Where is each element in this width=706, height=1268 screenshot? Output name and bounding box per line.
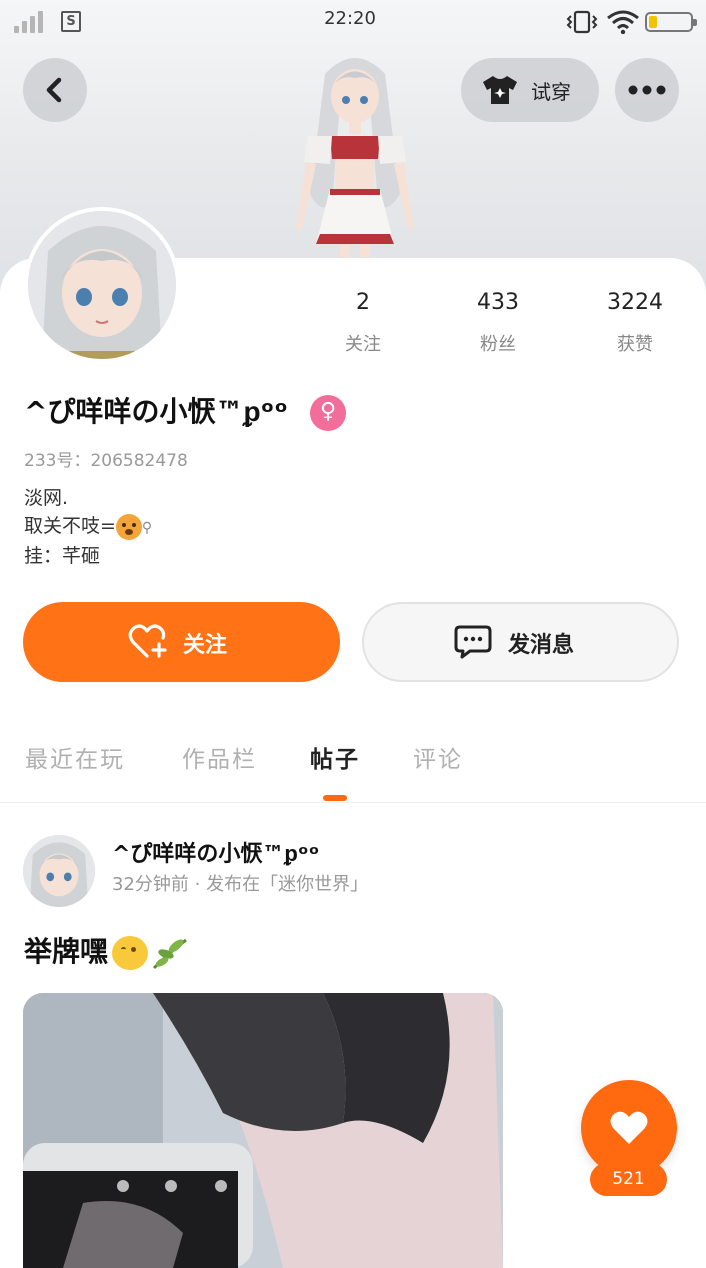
more-options-button[interactable] bbox=[615, 58, 679, 122]
herb-emoji-icon bbox=[152, 938, 187, 970]
try-on-label: 试穿 bbox=[531, 80, 571, 104]
post-meta: 32分钟前 · 发布在「迷你世界」 bbox=[112, 874, 369, 895]
face-emoji-icon bbox=[112, 936, 149, 970]
back-button[interactable] bbox=[23, 58, 87, 122]
sim-icon: S bbox=[61, 11, 81, 32]
chevron-left-icon bbox=[46, 77, 62, 103]
send-message-button[interactable]: 发消息 bbox=[362, 602, 679, 682]
tab-works[interactable]: 作品栏 bbox=[182, 740, 257, 774]
chat-bubble-icon bbox=[454, 625, 492, 659]
stat-followers[interactable]: 433 粉丝 bbox=[438, 290, 558, 356]
post-text: 举牌嘿 bbox=[24, 930, 190, 970]
character-3d-model[interactable] bbox=[270, 44, 440, 260]
stat-likes-label: 获赞 bbox=[617, 334, 653, 355]
heart-plus-icon bbox=[128, 624, 167, 658]
like-button[interactable] bbox=[581, 1080, 677, 1176]
stat-following-value: 2 bbox=[356, 290, 370, 315]
heart-icon bbox=[610, 1111, 648, 1144]
status-time: 22:20 bbox=[324, 8, 376, 29]
signal-icon bbox=[14, 11, 44, 33]
stat-following-label: 关注 bbox=[345, 334, 381, 355]
send-message-label: 发消息 bbox=[508, 633, 575, 658]
avatar-image bbox=[23, 835, 95, 907]
stat-followers-label: 粉丝 bbox=[480, 334, 516, 355]
tab-posts[interactable]: 帖子 bbox=[310, 740, 360, 774]
profile-username: ^ぴ咩咩の小恹™ᵱᵒᵒ bbox=[24, 395, 288, 428]
stat-likes[interactable]: 3224 获赞 bbox=[575, 290, 695, 356]
post-author-name[interactable]: ^ぴ咩咩の小恹™ᵱᵒᵒ bbox=[112, 836, 319, 868]
tab-recently-played[interactable]: 最近在玩 bbox=[25, 740, 125, 774]
post-author-avatar[interactable] bbox=[23, 835, 95, 907]
follow-label: 关注 bbox=[183, 633, 228, 658]
try-on-button[interactable]: 试穿 bbox=[461, 58, 599, 122]
gender-female-icon: ♀ bbox=[310, 395, 346, 431]
pin-icon: ⚲ bbox=[141, 520, 153, 536]
active-tab-indicator bbox=[323, 795, 347, 801]
battery-icon bbox=[645, 12, 697, 32]
tshirt-icon bbox=[483, 76, 517, 104]
stat-likes-value: 3224 bbox=[607, 290, 663, 315]
avatar-image bbox=[28, 211, 176, 359]
more-dots-icon bbox=[628, 85, 666, 95]
follow-button[interactable]: 关注 bbox=[23, 602, 340, 682]
profile-avatar[interactable] bbox=[24, 207, 180, 363]
tab-comments[interactable]: 评论 bbox=[413, 740, 463, 774]
vibrate-icon bbox=[566, 10, 598, 34]
status-bar: S 22:20 bbox=[0, 0, 706, 44]
bio-line: 取关不吱= ⚲ bbox=[24, 512, 152, 542]
profile-bio: 淡网. 取关不吱= ⚲ 挂：芊砸 bbox=[24, 484, 152, 570]
dog-emoji-icon bbox=[115, 513, 142, 540]
bio-line: 淡网. bbox=[24, 487, 69, 509]
profile-uid: 233号：206582478 bbox=[24, 451, 188, 471]
stat-followers-value: 433 bbox=[477, 290, 519, 315]
like-count: 521 bbox=[590, 1163, 667, 1196]
photo-image bbox=[23, 993, 503, 1268]
post-image[interactable] bbox=[23, 993, 503, 1268]
stat-following[interactable]: 2 关注 bbox=[303, 290, 423, 356]
bio-line: 挂：芊砸 bbox=[24, 545, 101, 567]
tabs-divider bbox=[0, 802, 706, 803]
wifi-icon bbox=[607, 10, 639, 34]
